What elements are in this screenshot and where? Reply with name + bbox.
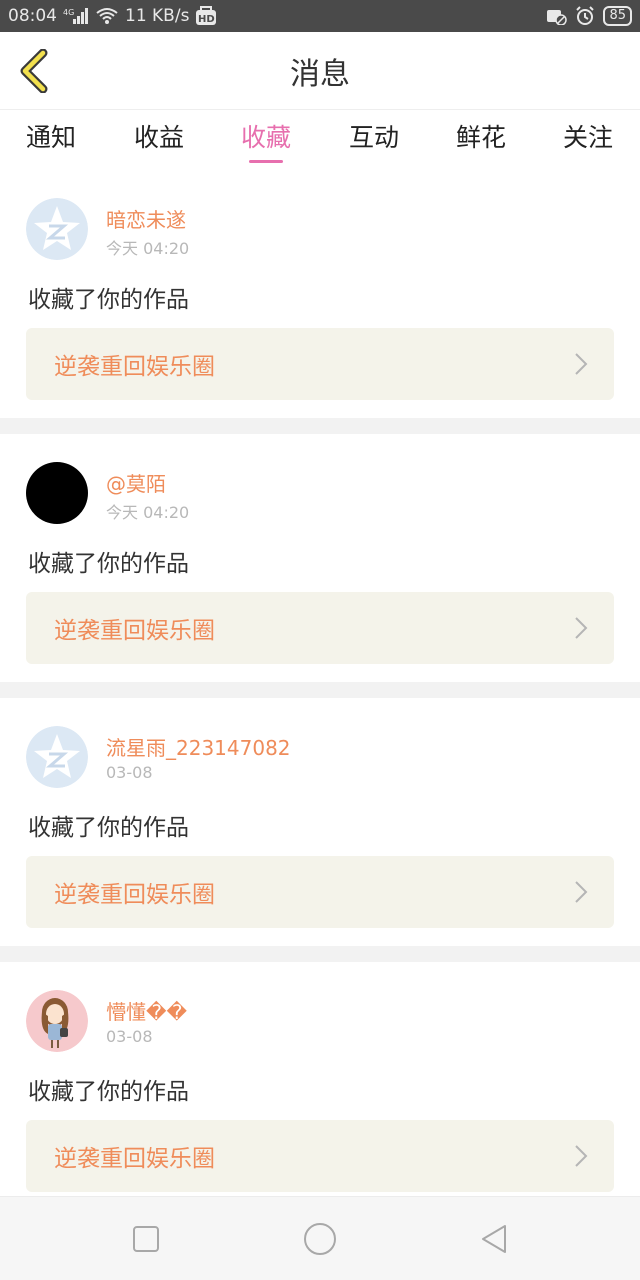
- tab-favorites[interactable]: 收藏: [233, 110, 299, 170]
- tab-underline: [142, 160, 176, 163]
- action-text: 收藏了你的作品: [28, 287, 189, 313]
- tab-earnings[interactable]: 收益: [126, 110, 192, 170]
- chevron-right-icon: [575, 617, 588, 639]
- system-nav-bar: [0, 1196, 640, 1280]
- timestamp: 03-08: [106, 1027, 153, 1046]
- work-title: 逆袭重回娱乐圈: [54, 882, 215, 908]
- list-item: 流星雨_223147082 03-08 收藏了你的作品 逆袭重回娱乐圈: [0, 698, 640, 946]
- action-text: 收藏了你的作品: [28, 815, 189, 841]
- work-title: 逆袭重回娱乐圈: [54, 1146, 215, 1172]
- work-link[interactable]: 逆袭重回娱乐圈: [26, 592, 614, 664]
- tab-underline: [464, 160, 498, 163]
- divider: [0, 946, 640, 962]
- timestamp: 今天 04:20: [106, 239, 190, 258]
- battery-icon: 85: [603, 6, 632, 26]
- username[interactable]: 懵懂��: [106, 996, 187, 1025]
- battery-level: 85: [609, 8, 626, 23]
- action-text: 收藏了你的作品: [28, 1079, 189, 1105]
- work-link[interactable]: 逆袭重回娱乐圈: [26, 1120, 614, 1192]
- action-text: 收藏了你的作品: [28, 551, 189, 577]
- qzone-star-avatar[interactable]: [26, 198, 88, 260]
- work-link[interactable]: 逆袭重回娱乐圈: [26, 328, 614, 400]
- list-item: 暗恋未遂 今天 04:20 收藏了你的作品 逆袭重回娱乐圈: [0, 170, 640, 418]
- alarm-icon: [575, 6, 595, 26]
- tab-label: 收益: [133, 122, 184, 152]
- tab-following[interactable]: 关注: [555, 110, 621, 170]
- signal-icon: 4G: [63, 7, 89, 25]
- recent-apps-square-icon: [133, 1226, 159, 1252]
- network-speed: 11 KB/s: [125, 6, 190, 26]
- tab-label: 互动: [348, 122, 399, 152]
- page-title: 消息: [290, 57, 350, 92]
- username[interactable]: @莫陌: [106, 468, 166, 497]
- divider: [0, 682, 640, 698]
- chevron-right-icon: [575, 353, 588, 375]
- work-title: 逆袭重回娱乐圈: [54, 354, 215, 380]
- back-triangle-icon: [482, 1225, 506, 1253]
- divider: [0, 418, 640, 434]
- tab-underline: [571, 160, 605, 163]
- tab-label: 通知: [25, 122, 76, 152]
- header: 消息: [0, 32, 640, 110]
- black-circle-avatar[interactable]: [26, 462, 88, 524]
- home-circle-icon: [304, 1223, 336, 1255]
- network-type-label: 4G: [63, 8, 74, 17]
- tab-underline: [357, 160, 391, 163]
- status-time: 08:04: [8, 6, 57, 26]
- username[interactable]: 暗恋未遂: [106, 204, 186, 233]
- work-title: 逆袭重回娱乐圈: [54, 618, 215, 644]
- recent-apps-button[interactable]: [126, 1219, 166, 1259]
- status-left: 08:04 4G 11 KB/s HD: [8, 6, 217, 26]
- list-item: 懵懂�� 03-08 收藏了你的作品 逆袭重回娱乐圈: [0, 962, 640, 1210]
- tab-label: 鲜花: [455, 122, 506, 152]
- qzone-star-avatar[interactable]: [26, 726, 88, 788]
- tab-bar: 通知 收益 收藏 互动 鲜花 关注: [0, 110, 640, 170]
- tab-active-indicator: [249, 159, 283, 163]
- chevron-right-icon: [575, 1145, 588, 1167]
- hd-icon: HD: [195, 6, 217, 26]
- work-link[interactable]: 逆袭重回娱乐圈: [26, 856, 614, 928]
- no-sim-icon: [545, 7, 568, 25]
- tab-label: 收藏: [240, 122, 291, 152]
- hd-badge-text: HD: [198, 14, 215, 25]
- back-button[interactable]: [14, 48, 54, 94]
- tab-label: 关注: [562, 122, 613, 152]
- tab-interactions[interactable]: 互动: [341, 110, 407, 170]
- timestamp: 今天 04:20: [106, 503, 190, 522]
- tab-underline: [34, 160, 68, 163]
- tab-flowers[interactable]: 鲜花: [448, 110, 514, 170]
- cartoon-girl-avatar[interactable]: [26, 990, 88, 1052]
- chevron-left-icon: [20, 49, 48, 93]
- status-bar: 08:04 4G 11 KB/s HD 85: [0, 0, 640, 32]
- timestamp: 03-08: [106, 763, 153, 782]
- list-item: @莫陌 今天 04:20 收藏了你的作品 逆袭重回娱乐圈: [0, 434, 640, 682]
- status-right: 85: [545, 6, 632, 26]
- chevron-right-icon: [575, 881, 588, 903]
- tab-notifications[interactable]: 通知: [18, 110, 84, 170]
- wifi-icon: [95, 7, 119, 25]
- back-nav-button[interactable]: [474, 1219, 514, 1259]
- home-button[interactable]: [300, 1219, 340, 1259]
- username[interactable]: 流星雨_223147082: [106, 732, 291, 761]
